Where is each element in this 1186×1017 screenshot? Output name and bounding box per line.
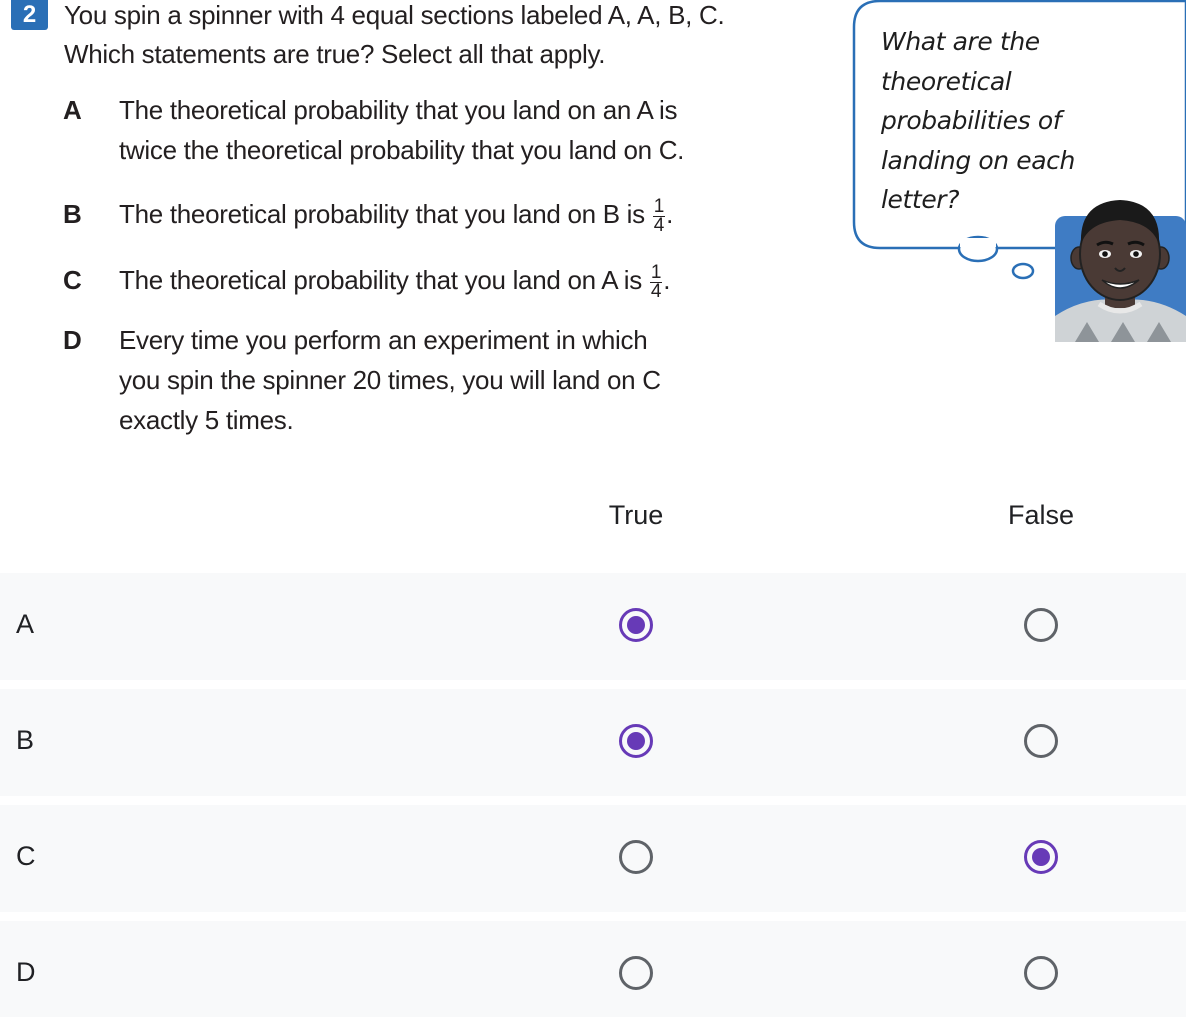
statement-line: The theoretical probability that you lan… xyxy=(119,265,642,295)
column-header-true: True xyxy=(608,500,664,530)
statement-letter: B xyxy=(63,199,82,229)
radio-dot xyxy=(1032,848,1050,866)
statement-text: The theoretical probability that you lan… xyxy=(119,261,671,302)
student-avatar-illustration xyxy=(1055,200,1186,342)
stem-line: You spin a spinner with 4 equal sections… xyxy=(64,0,725,30)
statement-line: Every time you perform an experiment in … xyxy=(119,325,648,355)
bubble-text: What are the theoretical probabilities o… xyxy=(881,22,1161,220)
radio-d-true[interactable] xyxy=(619,956,653,990)
question-stem: You spin a spinner with 4 equal sections… xyxy=(64,0,844,74)
statement-text: The theoretical probability that you lan… xyxy=(119,195,673,236)
row-label: C xyxy=(16,841,36,871)
radio-b-true[interactable] xyxy=(619,724,653,758)
fraction: 14 xyxy=(649,261,663,302)
grid-row-c: C xyxy=(0,805,1186,912)
statement-line: exactly 5 times. xyxy=(119,405,294,435)
statement-letter: A xyxy=(63,95,82,125)
radio-a-false[interactable] xyxy=(1024,608,1058,642)
radio-c-false[interactable] xyxy=(1024,840,1058,874)
bubble-line: What are the xyxy=(881,27,1040,56)
row-label: A xyxy=(16,609,35,639)
row-label: D xyxy=(16,957,36,987)
bubble-line: probabilities of xyxy=(881,106,1062,135)
statement-text: The theoretical probability that you lan… xyxy=(119,90,684,170)
statement-letter: C xyxy=(63,265,82,295)
fraction: 14 xyxy=(652,195,666,236)
statement-line: The theoretical probability that you lan… xyxy=(119,95,678,125)
bubble-line: theoretical xyxy=(881,66,1012,96)
row-label: B xyxy=(16,725,35,755)
radio-c-true[interactable] xyxy=(619,840,653,874)
column-header-false: False xyxy=(1007,500,1075,530)
grid-row-a: A xyxy=(0,573,1186,680)
stem-line: Which statements are true? Select all th… xyxy=(64,39,606,69)
grid-row-b: B xyxy=(0,689,1186,796)
radio-b-false[interactable] xyxy=(1024,724,1058,758)
statement-text: Every time you perform an experiment in … xyxy=(119,320,661,440)
question-number-badge: 2 xyxy=(11,0,48,30)
radio-dot xyxy=(627,616,645,634)
question-image: 2 You spin a spinner with 4 equal sectio… xyxy=(0,0,1186,450)
statement-line: twice the theoretical probability that y… xyxy=(119,135,685,165)
grid-row-d: D xyxy=(0,921,1186,1017)
radio-a-true[interactable] xyxy=(619,608,653,642)
radio-d-false[interactable] xyxy=(1024,956,1058,990)
radio-dot xyxy=(627,732,645,750)
statement-line: you spin the spinner 20 times, you will … xyxy=(119,365,661,395)
statement-letter: D xyxy=(63,325,82,355)
bubble-line: landing on each xyxy=(881,145,1075,175)
statement-line: The theoretical probability that you lan… xyxy=(119,199,645,229)
